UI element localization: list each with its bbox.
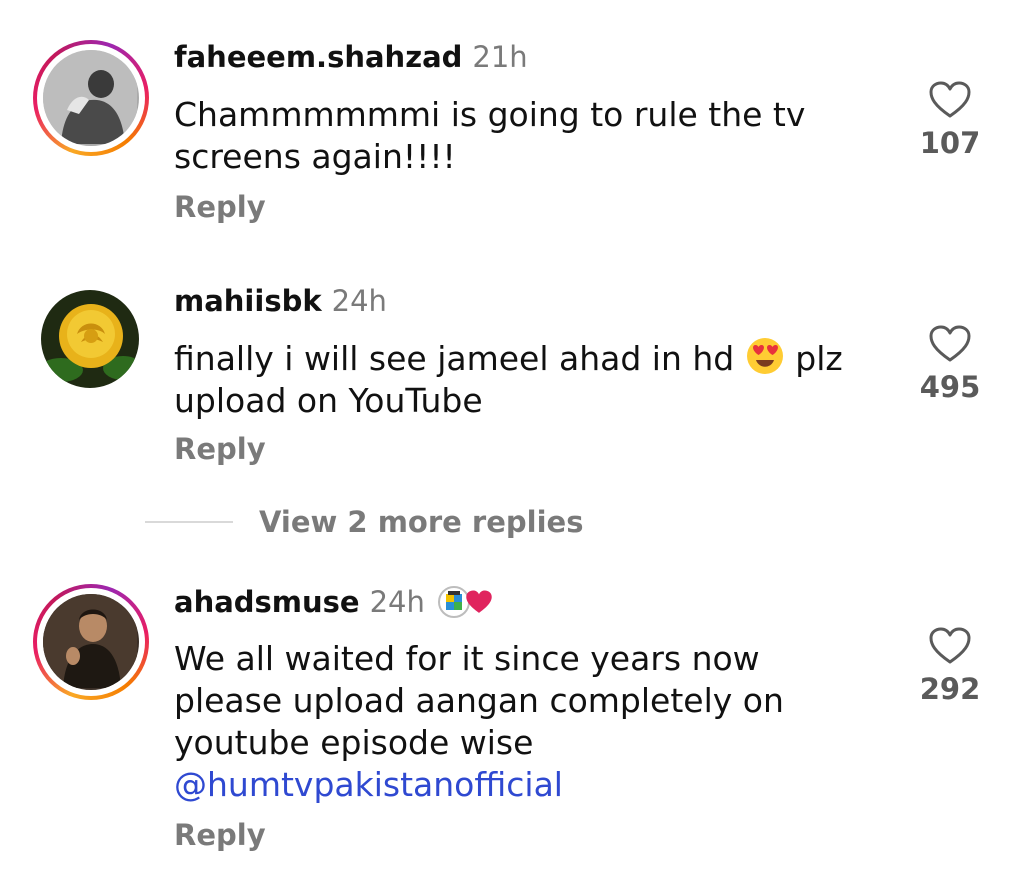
comment-text-part: We all waited for it since years now ple… [174, 639, 784, 762]
timestamp: 21h [472, 40, 528, 74]
like-count: 292 [919, 672, 981, 706]
yellow-rose-icon [41, 290, 139, 388]
avatar[interactable] [33, 584, 149, 700]
heart-outline-icon [929, 81, 971, 118]
person-photo-icon [43, 50, 137, 144]
comment-header: ahadsmuse 24h [174, 585, 493, 619]
red-heart-icon [466, 590, 492, 613]
avatar[interactable] [41, 290, 139, 388]
username[interactable]: mahiisbk [174, 284, 322, 318]
like-button[interactable]: 107 [910, 80, 990, 160]
timestamp: 24h [331, 284, 387, 318]
reply-button[interactable]: Reply [174, 190, 266, 224]
like-count: 495 [919, 370, 981, 404]
heart-outline-icon [929, 627, 971, 664]
person-photo-icon [43, 594, 137, 688]
like-count: 107 [919, 126, 981, 160]
view-more-replies-button[interactable]: View 2 more replies [145, 505, 583, 539]
mention-link[interactable]: @humtvpakistanofficial [174, 765, 563, 804]
reply-button[interactable]: Reply [174, 432, 266, 466]
comment-text: finally i will see jameel ahad in hd plz… [174, 336, 874, 422]
heart-eyes-emoji-icon [746, 338, 783, 374]
avatar[interactable] [33, 40, 149, 156]
username[interactable]: faheeem.shahzad [174, 40, 462, 74]
divider [145, 521, 233, 523]
comment-text-part: finally i will see jameel ahad in hd [174, 339, 735, 378]
view-more-replies-label: View 2 more replies [259, 505, 584, 539]
comment-text: Chammmmmmi is going to rule the tv scree… [174, 95, 806, 176]
reply-button[interactable]: Reply [174, 818, 266, 852]
like-button[interactable]: 495 [910, 324, 990, 404]
like-button[interactable]: 292 [910, 626, 990, 706]
comment-header: faheeem.shahzad 21h [174, 40, 528, 74]
username[interactable]: ahadsmuse [174, 585, 360, 619]
timestamp: 24h [369, 585, 425, 619]
author-badge [437, 585, 493, 619]
comment-text: We all waited for it since years now ple… [174, 638, 874, 806]
heart-outline-icon [929, 325, 971, 362]
comment-header: mahiisbk 24h [174, 284, 387, 318]
